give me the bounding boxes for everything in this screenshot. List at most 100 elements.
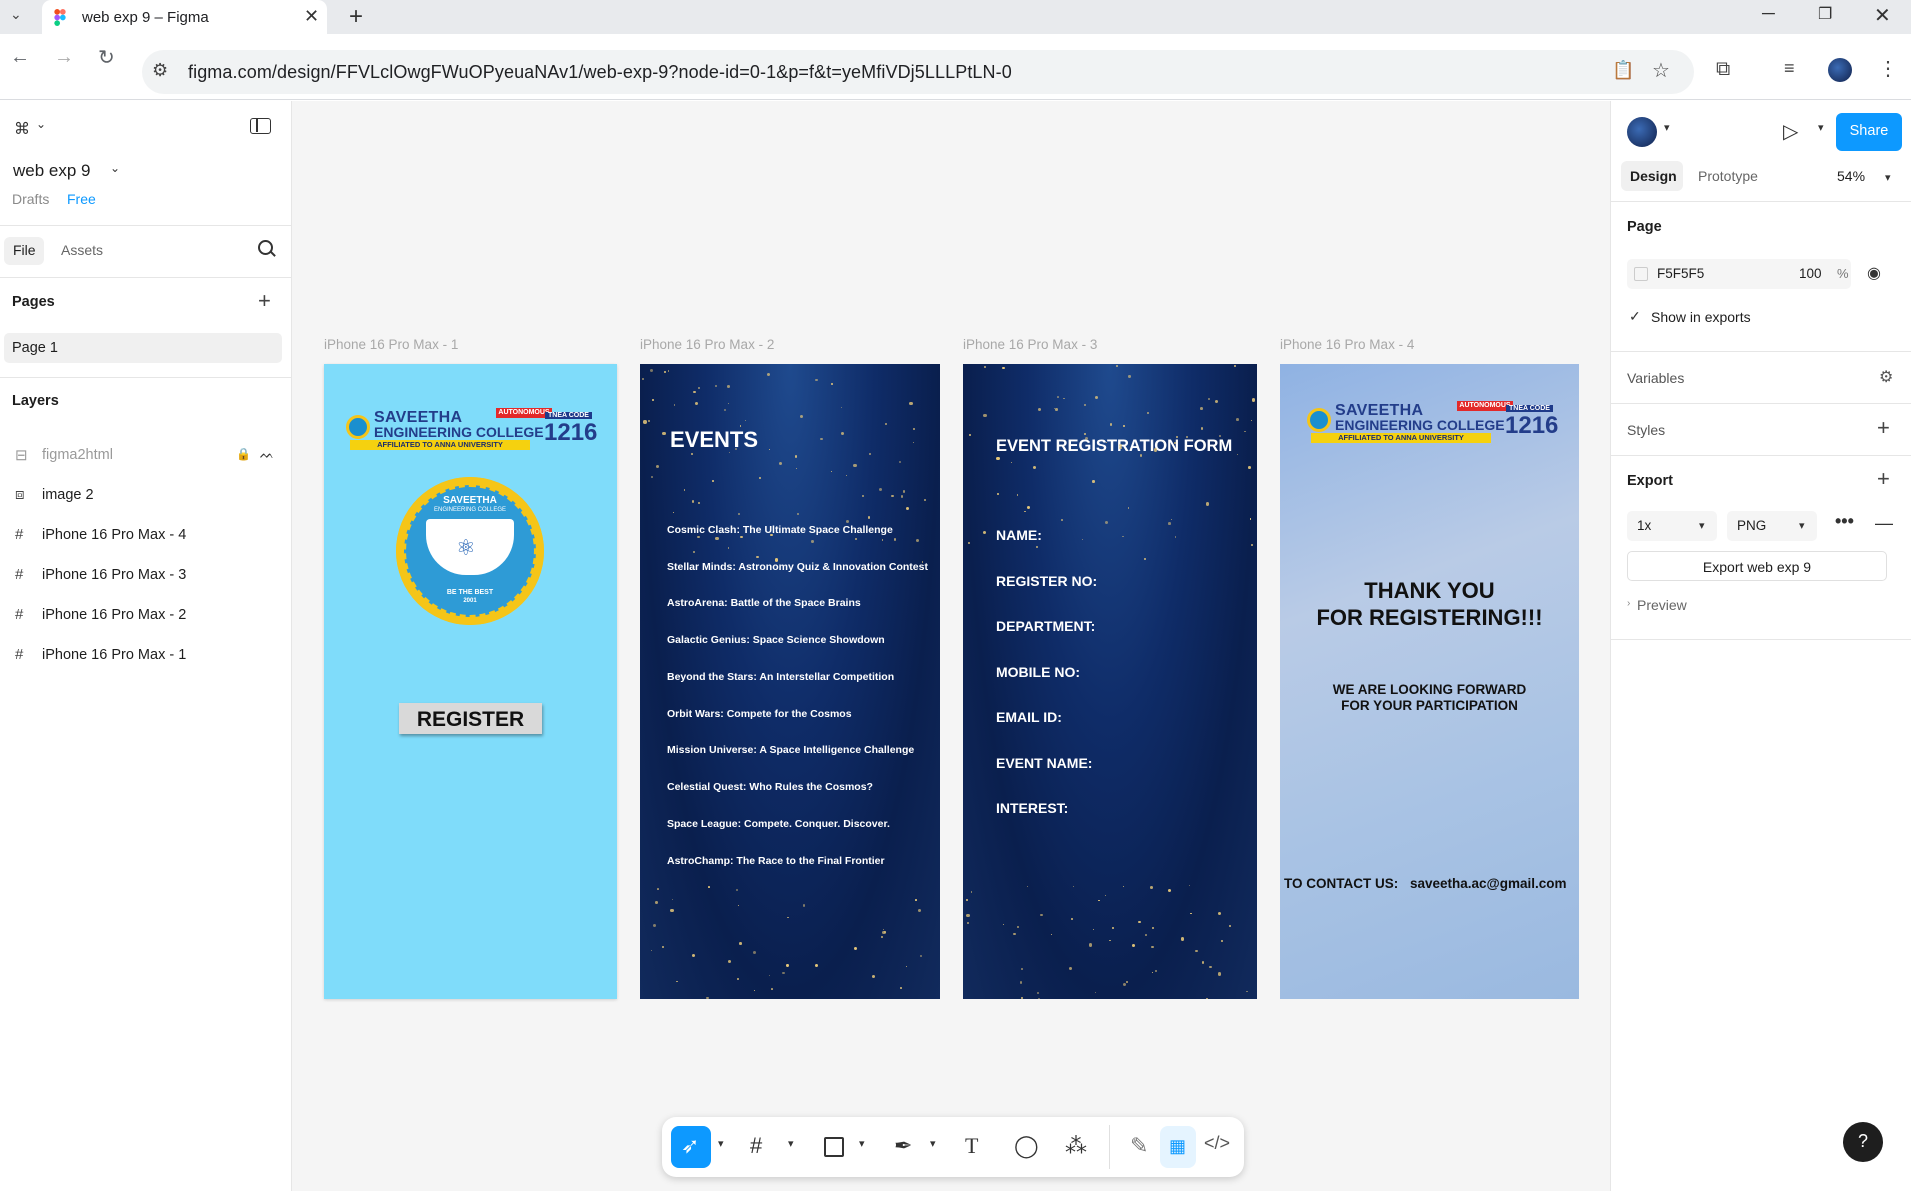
- export-options-icon[interactable]: •••: [1835, 511, 1854, 532]
- variables-settings-icon[interactable]: ⚙: [1879, 367, 1893, 387]
- frame-iphone-4[interactable]: SAVEETHA ENGINEERING COLLEGE AFFILIATED …: [1280, 364, 1579, 999]
- text-tool-icon[interactable]: T: [965, 1133, 978, 1159]
- visibility-eye-icon[interactable]: ◉: [1867, 263, 1881, 283]
- layer-image-2[interactable]: ⧈ image 2: [0, 476, 292, 516]
- star-decoration: [1002, 923, 1005, 926]
- color-swatch[interactable]: [1634, 267, 1648, 281]
- user-avatar[interactable]: [1627, 117, 1657, 147]
- hidden-eye-icon[interactable]: ᨓ: [260, 447, 274, 462]
- star-decoration: [1109, 423, 1113, 427]
- plan-badge[interactable]: Free: [67, 191, 96, 207]
- move-tool-button[interactable]: ➶: [671, 1126, 711, 1168]
- frame-iphone-2[interactable]: EVENTS Cosmic Clash: The Ultimate Space …: [640, 364, 940, 999]
- layer-figma2html[interactable]: ⊟ figma2html 🔒 ᨓ: [0, 436, 292, 476]
- layer-iphone-2[interactable]: # iPhone 16 Pro Max - 2: [0, 596, 292, 636]
- export-scale-select[interactable]: 1x ▾: [1627, 511, 1717, 541]
- chevron-down-icon[interactable]: ▾: [1885, 171, 1891, 184]
- add-export-icon[interactable]: +: [1877, 468, 1890, 490]
- layer-label: iPhone 16 Pro Max - 1: [42, 647, 187, 663]
- frame-label[interactable]: iPhone 16 Pro Max - 1: [324, 337, 458, 352]
- actions-tool-icon[interactable]: ⁂: [1065, 1133, 1087, 1159]
- drafts-label[interactable]: Drafts: [12, 191, 49, 207]
- zoom-level[interactable]: 54%: [1837, 168, 1865, 184]
- design-mode-button[interactable]: ▦: [1160, 1126, 1196, 1168]
- bookmark-star-icon[interactable]: ☆: [1652, 58, 1670, 83]
- profile-avatar[interactable]: [1828, 58, 1852, 82]
- frame-iphone-1[interactable]: SAVEETHA ENGINEERING COLLEGE AFFILIATED …: [324, 364, 617, 999]
- tab-search-chevron-icon[interactable]: ⌄: [10, 6, 22, 23]
- forward-icon[interactable]: →: [54, 46, 74, 69]
- chevron-down-icon[interactable]: ▾: [930, 1137, 936, 1150]
- rectangle-tool-icon[interactable]: [824, 1137, 844, 1157]
- frame-label[interactable]: iPhone 16 Pro Max - 3: [963, 337, 1097, 352]
- add-page-icon[interactable]: +: [258, 290, 271, 312]
- logo-emblem-icon: [1307, 408, 1331, 432]
- comment-tool-icon[interactable]: ◯: [1014, 1133, 1039, 1159]
- back-icon[interactable]: ←: [10, 46, 30, 69]
- browser-tab[interactable]: web exp 9 – Figma ✕: [42, 0, 327, 34]
- frame-iphone-3[interactable]: EVENT REGISTRATION FORM NAME: REGISTER N…: [963, 364, 1257, 999]
- figma-main-menu-icon[interactable]: ⌘: [14, 119, 30, 139]
- minimize-icon[interactable]: ─: [1762, 3, 1775, 24]
- design-canvas[interactable]: iPhone 16 Pro Max - 1 iPhone 16 Pro Max …: [292, 101, 1610, 1191]
- present-play-icon[interactable]: ▷: [1783, 119, 1798, 144]
- layer-iphone-4[interactable]: # iPhone 16 Pro Max - 4: [0, 516, 292, 556]
- toggle-sidebar-icon[interactable]: [250, 118, 271, 134]
- remove-export-icon[interactable]: —: [1875, 513, 1893, 534]
- add-style-icon[interactable]: +: [1877, 417, 1890, 439]
- star-decoration: [1228, 925, 1231, 928]
- close-window-icon[interactable]: ✕: [1874, 3, 1891, 28]
- site-info-icon[interactable]: ⚙: [152, 60, 168, 81]
- star-decoration: [1131, 943, 1135, 947]
- file-menu-chevron-icon[interactable]: ⌄: [110, 161, 120, 175]
- file-name[interactable]: web exp 9: [13, 161, 91, 181]
- frame-tool-icon[interactable]: #: [750, 1133, 762, 1159]
- restore-icon[interactable]: ❐: [1818, 4, 1832, 24]
- chevron-down-icon[interactable]: ▾: [788, 1137, 794, 1150]
- star-decoration: [643, 420, 647, 424]
- preview-toggle[interactable]: Preview: [1637, 597, 1687, 613]
- college-emblem: SAVEETHA ENGINEERING COLLEGE ⚛ BE THE BE…: [396, 477, 544, 625]
- form-field-label: NAME:: [996, 527, 1042, 543]
- extensions-icon[interactable]: ⧉: [1716, 58, 1730, 81]
- share-button[interactable]: Share: [1836, 113, 1902, 151]
- draw-mode-icon[interactable]: ✎: [1130, 1133, 1148, 1159]
- new-tab-icon[interactable]: +: [349, 3, 363, 31]
- chevron-down-icon[interactable]: ▾: [1818, 121, 1824, 134]
- page-color-value[interactable]: F5F5F5: [1657, 266, 1704, 281]
- frame-label[interactable]: iPhone 16 Pro Max - 4: [1280, 337, 1414, 352]
- reload-icon[interactable]: ↻: [98, 45, 115, 70]
- tab-close-icon[interactable]: ✕: [304, 6, 319, 27]
- frame-label[interactable]: iPhone 16 Pro Max - 2: [640, 337, 774, 352]
- help-button[interactable]: ?: [1843, 1122, 1883, 1162]
- lock-icon[interactable]: 🔒: [236, 447, 251, 461]
- page-opacity-value[interactable]: 100: [1799, 266, 1822, 281]
- page-fill-field[interactable]: F5F5F5 100 %: [1627, 259, 1851, 289]
- star-decoration: [1035, 545, 1038, 548]
- star-decoration: [794, 455, 798, 458]
- tab-assets[interactable]: Assets: [61, 242, 103, 258]
- export-button[interactable]: Export web exp 9: [1627, 551, 1887, 581]
- chevron-down-icon[interactable]: ▾: [859, 1137, 865, 1150]
- star-decoration: [884, 422, 887, 425]
- show-in-exports-checkbox[interactable]: ✓: [1629, 308, 1641, 325]
- export-format-select[interactable]: PNG ▾: [1727, 511, 1817, 541]
- star-decoration: [1151, 927, 1154, 929]
- chevron-right-icon[interactable]: ›: [1627, 598, 1630, 609]
- url-text[interactable]: figma.com/design/FFVLclOwgFWuOPyeuaNAv1/…: [188, 62, 1012, 83]
- star-decoration: [655, 901, 659, 905]
- dev-mode-icon[interactable]: </>: [1204, 1133, 1230, 1154]
- star-decoration: [1205, 502, 1210, 506]
- star-decoration: [735, 888, 738, 891]
- media-controls-icon[interactable]: ≡: [1784, 58, 1795, 79]
- chevron-down-icon[interactable]: ▾: [1664, 121, 1670, 134]
- star-decoration: [893, 538, 897, 542]
- tab-prototype[interactable]: Prototype: [1698, 168, 1758, 184]
- register-button[interactable]: REGISTER: [399, 703, 542, 734]
- clipboard-icon[interactable]: 📋: [1612, 60, 1634, 81]
- chevron-down-icon[interactable]: ▾: [718, 1137, 724, 1150]
- pen-tool-icon[interactable]: ✒: [894, 1133, 912, 1159]
- browser-menu-icon[interactable]: ⋮: [1878, 56, 1898, 81]
- layer-iphone-1[interactable]: # iPhone 16 Pro Max - 1: [0, 636, 292, 676]
- layer-iphone-3[interactable]: # iPhone 16 Pro Max - 3: [0, 556, 292, 596]
